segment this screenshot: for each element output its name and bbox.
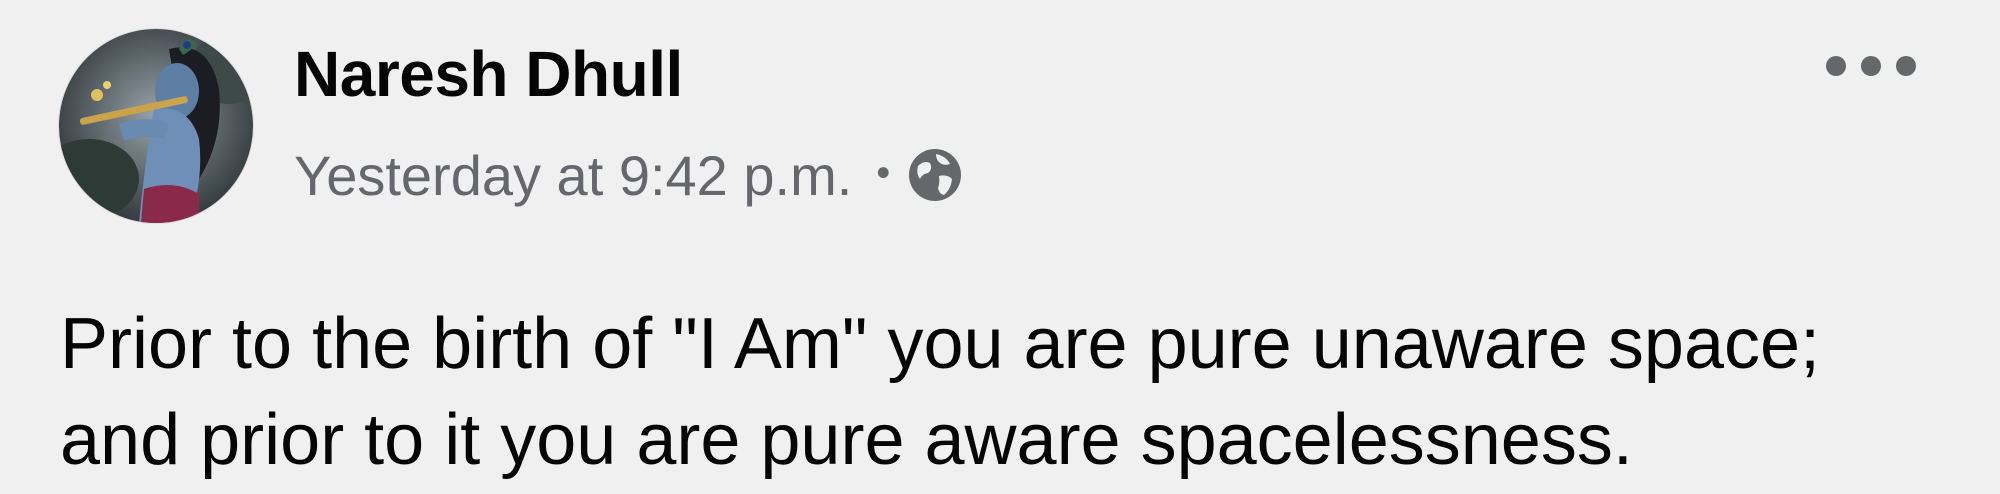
- avatar-image: [59, 29, 253, 223]
- post-card: Naresh Dhull Yesterday at 9:42 p.m. • Pr…: [0, 0, 2000, 494]
- post-meta: Yesterday at 9:42 p.m. •: [294, 135, 964, 215]
- globe-icon[interactable]: [906, 146, 964, 204]
- more-options-dot: [1861, 56, 1881, 76]
- post-text-line: Prior to the birth of "I Am" you are pur…: [60, 304, 1821, 384]
- meta-separator: •: [876, 151, 891, 195]
- author-name[interactable]: Naresh Dhull: [294, 34, 683, 114]
- post-text: Prior to the birth of "I Am" you are pur…: [60, 296, 1980, 488]
- more-options-dot: [1896, 56, 1916, 76]
- post-timestamp[interactable]: Yesterday at 9:42 p.m.: [294, 143, 852, 208]
- author-avatar[interactable]: [59, 29, 253, 223]
- post-text-line: and prior to it you are pure aware space…: [60, 400, 1633, 480]
- more-options-button[interactable]: [1826, 44, 1916, 88]
- more-options-dot: [1826, 56, 1846, 76]
